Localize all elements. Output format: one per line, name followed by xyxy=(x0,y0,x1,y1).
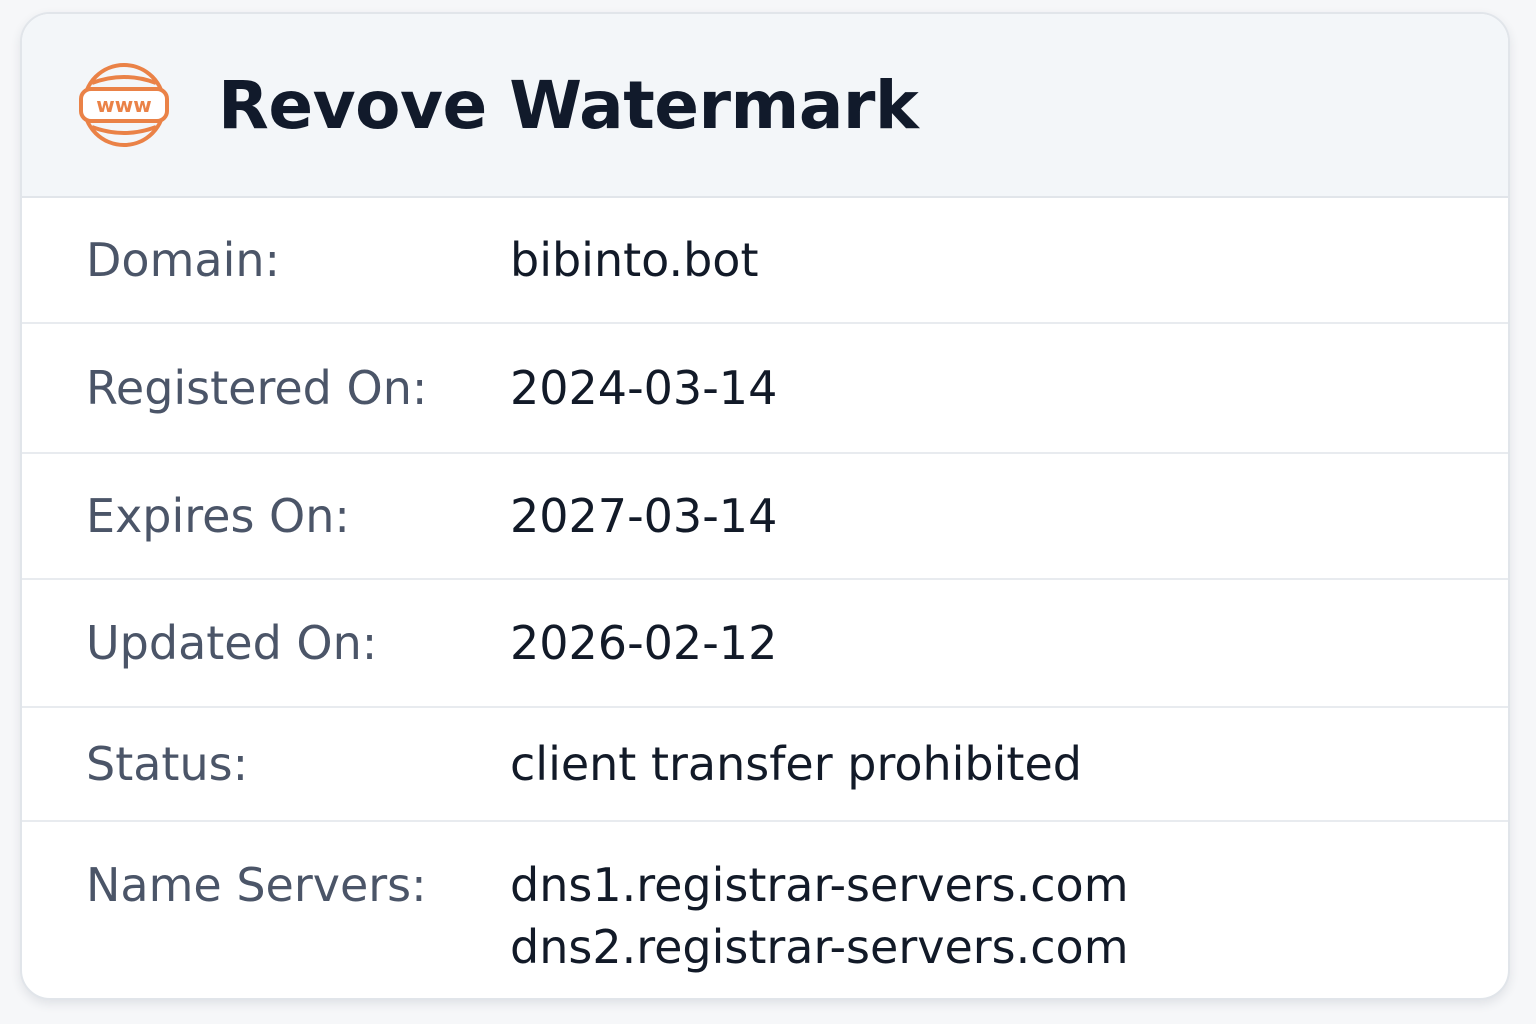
row-registered-on: Registered On: 2024-03-14 xyxy=(22,324,1508,454)
card-header: www Revove Watermark xyxy=(22,14,1508,198)
row-label: Expires On: xyxy=(86,489,350,543)
row-expires-on: Expires On: 2027-03-14 xyxy=(22,454,1508,580)
page-title: Revove Watermark xyxy=(218,66,919,144)
name-server-item: dns1.registrar-servers.com xyxy=(510,858,1129,912)
row-label: Name Servers: xyxy=(86,858,427,912)
name-servers-list: dns1.registrar-servers.com dns2.registra… xyxy=(510,854,1129,978)
row-value: 2024-03-14 xyxy=(510,361,778,415)
row-updated-on: Updated On: 2026-02-12 xyxy=(22,580,1508,708)
row-status: Status: client transfer prohibited xyxy=(22,708,1508,822)
row-name-servers: Name Servers: dns1.registrar-servers.com… xyxy=(22,822,1508,998)
row-label: Status: xyxy=(86,737,249,791)
row-label: Updated On: xyxy=(86,616,378,670)
domain-info-card: www Revove Watermark Domain: bibinto.bot… xyxy=(20,12,1510,1000)
row-label: Domain: xyxy=(86,233,280,287)
www-icon-text: www xyxy=(96,93,151,117)
www-globe-icon: www xyxy=(78,59,170,151)
row-value: 2027-03-14 xyxy=(510,489,778,543)
row-value: 2026-02-12 xyxy=(510,616,778,670)
row-label: Registered On: xyxy=(86,361,428,415)
status-value: client transfer prohibited xyxy=(510,737,1082,791)
row-domain: Domain: bibinto.bot xyxy=(22,198,1508,324)
name-server-item: dns2.registrar-servers.com xyxy=(510,920,1129,974)
row-value: bibinto.bot xyxy=(510,233,759,287)
